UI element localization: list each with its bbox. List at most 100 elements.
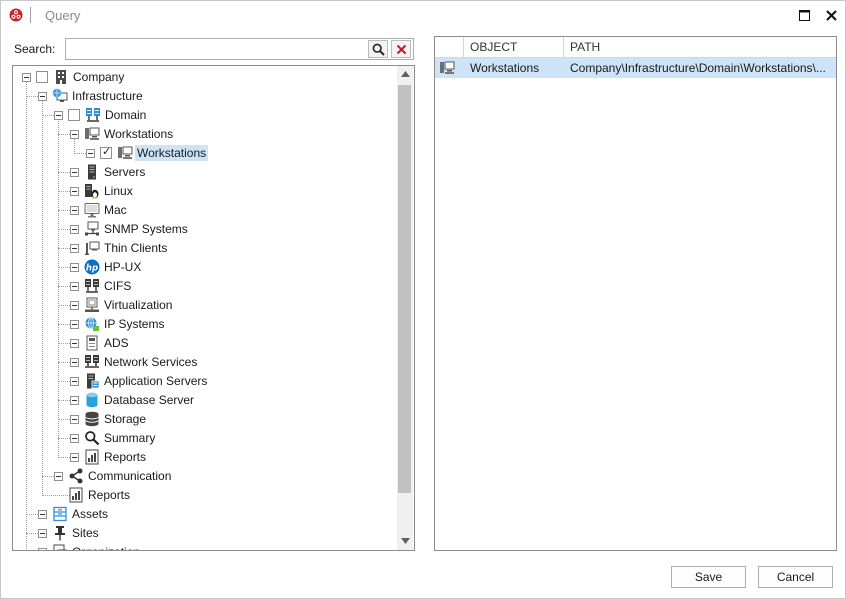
tree-expander-sites[interactable] (38, 529, 47, 538)
tree-item-servers[interactable]: Servers (102, 164, 147, 180)
tree-item-summary[interactable]: Summary (102, 430, 157, 446)
tree-guide-line (26, 96, 38, 97)
tree-item-hp-ux[interactable]: HP-UX (102, 259, 143, 275)
svg-text:hp: hp (86, 263, 98, 273)
application-server-icon (87, 373, 100, 389)
maximize-button[interactable] (793, 5, 815, 25)
query-window: Query Search: Company Infrastructure Dom… (0, 0, 846, 599)
tree-item-assets[interactable]: Assets (70, 506, 110, 522)
search-icon (372, 43, 385, 56)
tree-checkbox-workstations-item[interactable] (100, 145, 112, 159)
tree-item-mac[interactable]: Mac (102, 202, 129, 218)
linux-icon (85, 184, 99, 199)
tree-expander-ip-systems[interactable] (70, 320, 79, 329)
report-icon (85, 449, 99, 465)
database-icon (86, 392, 98, 408)
search-button[interactable] (368, 40, 388, 58)
tree-item-sites[interactable]: Sites (70, 525, 101, 541)
search-input[interactable] (66, 39, 374, 59)
grid-header: OBJECT PATH (435, 37, 836, 58)
tree-item-application-servers[interactable]: Application Servers (102, 373, 209, 389)
tree-item-cifs[interactable]: CIFS (102, 278, 133, 294)
tree-item-organization[interactable]: Organization (70, 544, 142, 550)
tree-scrollbar[interactable] (397, 66, 413, 550)
tree-item-ads[interactable]: ADS (102, 335, 131, 351)
row-path-cell: Company\Infrastructure\Domain\Workstatio… (570, 61, 826, 75)
tree-expander-snmp[interactable] (70, 225, 79, 234)
column-header-path[interactable]: PATH (564, 37, 836, 57)
tree-item-infrastructure[interactable]: Infrastructure (70, 88, 145, 104)
tree-item-thin-clients[interactable]: Thin Clients (102, 240, 169, 256)
tree-guide-line (58, 248, 70, 249)
tree-expander-servers[interactable] (70, 168, 79, 177)
scroll-thumb[interactable] (398, 85, 411, 493)
snmp-icon (85, 221, 99, 236)
tree-item-domain[interactable]: Domain (103, 107, 148, 123)
tree-guide-line (42, 495, 70, 496)
clear-search-button[interactable] (391, 40, 411, 58)
tree-item-ip-systems[interactable]: IP Systems (102, 316, 166, 332)
tree-expander-workstations-group[interactable] (70, 130, 79, 139)
tree-expander-database-server[interactable] (70, 396, 79, 405)
tree-expander-application-servers[interactable] (70, 377, 79, 386)
column-header-object[interactable]: OBJECT (464, 37, 564, 57)
tree-guide-line (58, 457, 70, 458)
tree-guide-line (74, 138, 75, 154)
tree-expander-linux[interactable] (70, 187, 79, 196)
close-button[interactable] (820, 5, 842, 25)
tree-item-virtualization[interactable]: Virtualization (102, 297, 174, 313)
tree-item-storage[interactable]: Storage (102, 411, 148, 427)
tree-guide-line (58, 305, 70, 306)
tree-item-reports-company[interactable]: Reports (86, 487, 132, 503)
tree-item-workstations-item[interactable]: Workstations (135, 145, 209, 161)
tree-expander-storage[interactable] (70, 415, 79, 424)
tree-expander-workstations-item[interactable] (86, 149, 95, 158)
scroll-up-button[interactable] (397, 66, 413, 82)
tree-expander-cifs[interactable] (70, 282, 79, 291)
tree-expander-mac[interactable] (70, 206, 79, 215)
tree-item-linux[interactable]: Linux (102, 183, 135, 199)
tree-item-reports-infra[interactable]: Reports (102, 449, 148, 465)
column-header-icon[interactable] (435, 37, 464, 57)
tree-expander-virtualization[interactable] (70, 301, 79, 310)
maximize-icon (798, 9, 810, 21)
tree-guide-line (42, 100, 43, 496)
tree-item-network-services[interactable]: Network Services (102, 354, 199, 370)
tree-expander-ads[interactable] (70, 339, 79, 348)
tree-item-database-server[interactable]: Database Server (102, 392, 196, 408)
cancel-button[interactable]: Cancel (758, 566, 833, 588)
tree-expander-organization[interactable] (38, 548, 47, 550)
ip-globe-icon (85, 317, 99, 331)
tree-expander-infrastructure[interactable] (38, 92, 47, 101)
tree-guide-line (58, 210, 70, 211)
tree-guide-line (58, 119, 59, 458)
workstation-icon (118, 146, 133, 159)
tree-view[interactable]: Company Infrastructure Domain Workstations W… (12, 65, 415, 551)
tree-expander-thin-clients[interactable] (70, 244, 79, 253)
tree-expander-summary[interactable] (70, 434, 79, 443)
thin-client-icon (85, 241, 100, 255)
tree-item-snmp[interactable]: SNMP Systems (102, 221, 190, 237)
tree-guide-line (58, 229, 70, 230)
tree-expander-communication[interactable] (54, 472, 63, 481)
tree-expander-network-services[interactable] (70, 358, 79, 367)
table-row[interactable]: Workstations Company\Infrastructure\Doma… (435, 58, 836, 78)
tree-guide-line (58, 172, 70, 173)
tree-guide-line (42, 115, 54, 116)
tree-expander-hp-ux[interactable] (70, 263, 79, 272)
tree-expander-assets[interactable] (38, 510, 47, 519)
tree-checkbox-domain[interactable] (68, 109, 80, 121)
title-bar: Query (1, 1, 845, 31)
save-button[interactable]: Save (671, 566, 746, 588)
tree-expander-domain[interactable] (54, 111, 63, 120)
row-icon-cell (435, 58, 464, 78)
window-title: Query (45, 8, 81, 23)
tree-expander-reports-infra[interactable] (70, 453, 79, 462)
search-box (65, 38, 414, 60)
tree-expander-company[interactable] (22, 73, 31, 82)
scroll-down-button[interactable] (397, 533, 413, 549)
tree-item-communication[interactable]: Communication (86, 468, 173, 484)
tree-item-workstations-group[interactable]: Workstations (102, 126, 175, 142)
tree-item-company[interactable]: Company (71, 69, 126, 85)
tree-checkbox-company[interactable] (36, 71, 48, 83)
